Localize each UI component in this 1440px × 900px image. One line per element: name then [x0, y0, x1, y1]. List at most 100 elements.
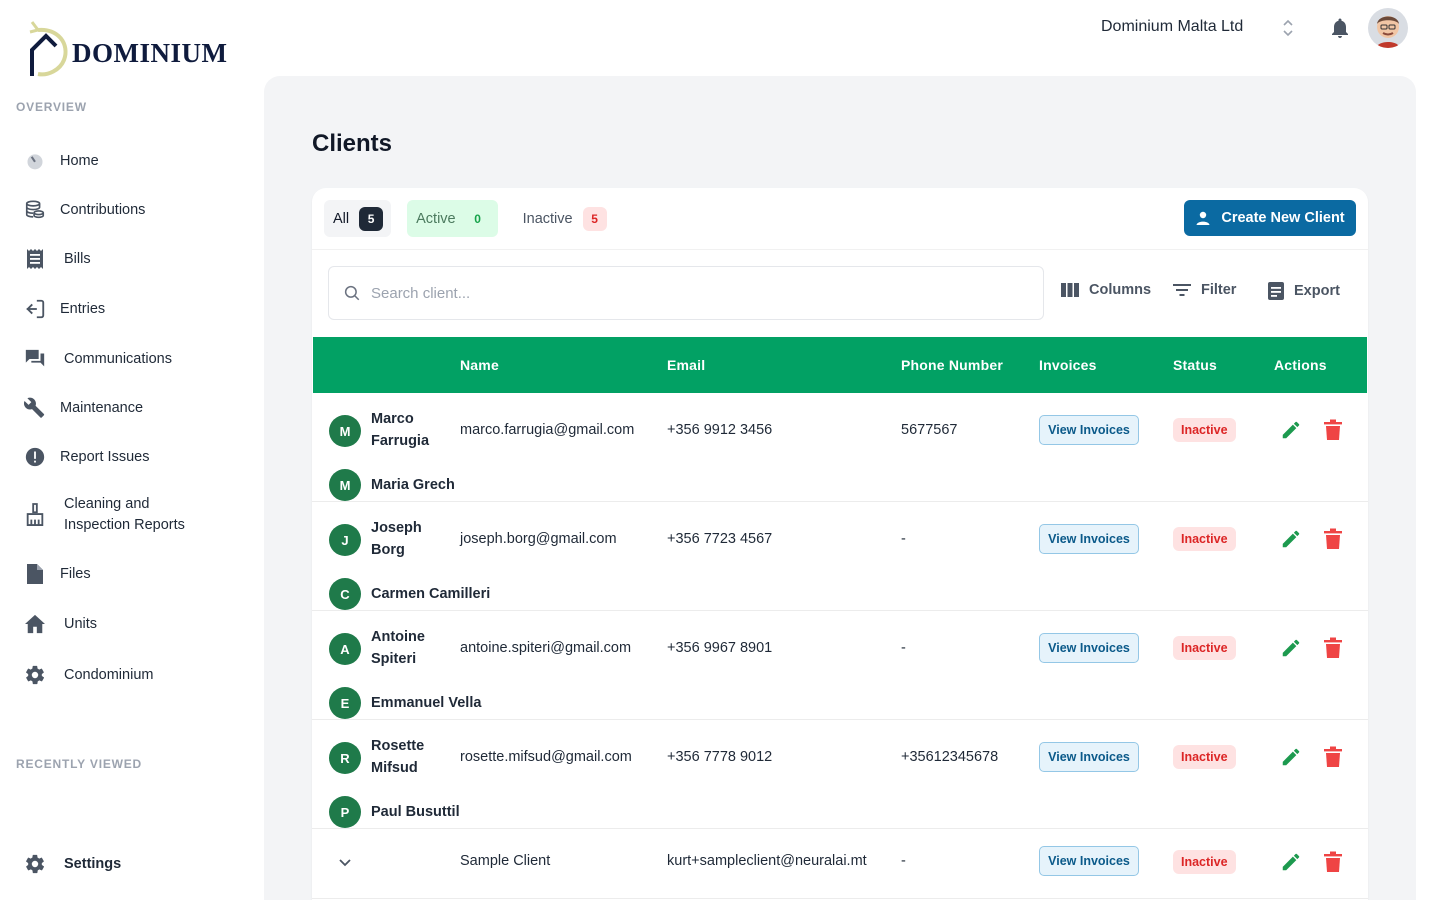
filter-button[interactable]: Filter [1173, 282, 1236, 298]
client-name[interactable]: Sample Client [460, 853, 550, 869]
brand-name: DOMINIUM [72, 38, 228, 68]
sidebar-item-report-issues[interactable]: Report Issues [22, 444, 252, 470]
table-row[interactable]: Sample Client kurt+sampleclient@neuralai.… [312, 829, 1368, 899]
login-icon [22, 296, 48, 322]
status-badge: Inactive [1173, 636, 1236, 660]
sidebar-item-units[interactable]: Units [22, 611, 252, 637]
broom-icon [22, 502, 48, 528]
column-header-phone[interactable]: Phone Number [901, 357, 1003, 373]
status-badge: Inactive [1173, 850, 1236, 874]
delete-trash-icon[interactable] [1323, 637, 1345, 659]
column-header-name[interactable]: Name [460, 357, 499, 373]
tab-active[interactable]: Active 0 [407, 200, 498, 237]
client-name[interactable]: Carmen Camilleri [371, 583, 490, 605]
tab-inactive[interactable]: Inactive 5 [514, 200, 615, 237]
client-last-name: Mifsud [371, 760, 418, 776]
search-box [328, 266, 1044, 320]
tab-count-badge: 0 [474, 211, 481, 226]
client-name[interactable]: Emmanuel Vella [371, 692, 481, 714]
brand-logo[interactable] [28, 20, 72, 78]
table-row[interactable]: M Marco Farrugia marco.farrugia@gmail.com +3… [312, 393, 1368, 502]
tab-count-badge: 5 [582, 206, 607, 231]
sidebar-item-bills[interactable]: Bills [22, 246, 252, 272]
client-name[interactable]: Antoine Spiteri [371, 626, 425, 670]
sidebar-item-communications[interactable]: Communications [22, 346, 252, 372]
column-header-invoices[interactable]: Invoices [1039, 357, 1097, 373]
client-name[interactable]: Marco Farrugia [371, 408, 429, 452]
client-avatar: A [329, 633, 361, 665]
view-invoices-button[interactable]: View Invoices [1039, 633, 1139, 663]
sidebar-item-condominium[interactable]: Condominium [22, 662, 252, 688]
client-avatar: P [329, 796, 361, 828]
bell-icon[interactable] [1328, 16, 1352, 40]
view-invoices-button[interactable]: View Invoices [1039, 742, 1139, 772]
filter-icon [1173, 284, 1191, 296]
column-header-status[interactable]: Status [1173, 357, 1217, 373]
client-name[interactable]: Paul Busuttil [371, 801, 460, 823]
client-email: rosette.mifsud@gmail.com [460, 749, 632, 765]
view-invoices-button[interactable]: View Invoices [1039, 846, 1139, 876]
column-header-email[interactable]: Email [667, 357, 705, 373]
table-header: Name Email Phone Number Invoices Status … [313, 337, 1367, 393]
sidebar-item-entries[interactable]: Entries [22, 296, 252, 322]
client-last-name: Borg [371, 542, 405, 558]
table-row[interactable]: R Rosette Mifsud rosette.mifsud@gmail.com +3… [312, 720, 1368, 829]
sidebar-item-label: Bills [64, 250, 91, 267]
client-avatar: E [329, 687, 361, 719]
table-row[interactable]: J Joseph Borg joseph.borg@gmail.com +356 772… [312, 502, 1368, 611]
sidebar-item-maintenance[interactable]: Maintenance [22, 395, 252, 421]
sidebar-item-label: Maintenance [60, 399, 144, 416]
company-name[interactable]: Dominium Malta Ltd [1101, 18, 1243, 36]
create-new-client-button[interactable]: Create New Client [1184, 200, 1356, 236]
file-icon [22, 561, 48, 587]
edit-pencil-icon[interactable] [1280, 746, 1302, 768]
client-avatar: R [329, 742, 361, 774]
tab-label: Active [416, 210, 456, 227]
client-phone-secondary: - [901, 640, 906, 656]
chat-icon [22, 346, 48, 372]
column-header-actions[interactable]: Actions [1274, 357, 1327, 373]
sidebar-item-files[interactable]: Files [22, 561, 252, 587]
tab-label: All [333, 210, 350, 227]
sidebar-item-label: Units [64, 615, 98, 632]
search-input[interactable] [371, 284, 971, 302]
columns-icon [1061, 283, 1079, 297]
delete-trash-icon[interactable] [1323, 419, 1345, 441]
gauge-icon [22, 148, 48, 174]
table-row[interactable]: A Antoine Spiteri antoine.spiteri@gmail.com… [312, 611, 1368, 720]
chevron-down-icon[interactable] [336, 853, 354, 871]
client-first-name: Antoine [371, 629, 425, 645]
chevron-up-down-icon[interactable] [1279, 17, 1297, 39]
user-avatar[interactable] [1368, 8, 1408, 48]
sidebar-item-label: Home [60, 152, 99, 169]
client-avatar: M [329, 415, 361, 447]
client-email: marco.farrugia@gmail.com [460, 422, 635, 438]
edit-pencil-icon[interactable] [1280, 528, 1302, 550]
sidebar-item-settings[interactable]: Settings [22, 851, 252, 877]
client-phone: +356 7723 4567 [667, 531, 773, 547]
tab-label: Inactive [522, 210, 573, 227]
tab-all[interactable]: All 5 [324, 200, 392, 237]
edit-pencil-icon[interactable] [1280, 419, 1302, 441]
view-invoices-button[interactable]: View Invoices [1039, 415, 1139, 445]
client-name[interactable]: Maria Grech [371, 474, 455, 496]
page-title: Clients [312, 130, 393, 157]
sidebar-item-home[interactable]: Home [22, 148, 252, 174]
sidebar-item-cleaning-inspection[interactable]: Cleaning and Inspection Reports [22, 494, 252, 536]
delete-trash-icon[interactable] [1323, 528, 1345, 550]
sidebar-item-contributions[interactable]: Contributions [22, 197, 252, 223]
client-name[interactable]: Joseph Borg [371, 517, 422, 561]
edit-pencil-icon[interactable] [1280, 637, 1302, 659]
sidebar-item-label: Report Issues [60, 448, 150, 465]
edit-pencil-icon[interactable] [1280, 851, 1302, 873]
delete-trash-icon[interactable] [1323, 851, 1345, 873]
columns-button[interactable]: Columns [1061, 282, 1151, 298]
client-last-name: Spiteri [371, 651, 417, 667]
export-button[interactable]: Export [1268, 282, 1340, 300]
client-name[interactable]: Rosette Mifsud [371, 735, 424, 779]
view-invoices-button[interactable]: View Invoices [1039, 524, 1139, 554]
columns-label: Columns [1089, 282, 1152, 298]
sidebar-item-label: Communications [64, 350, 172, 367]
delete-trash-icon[interactable] [1323, 746, 1345, 768]
dominium-logo-icon [29, 21, 68, 77]
